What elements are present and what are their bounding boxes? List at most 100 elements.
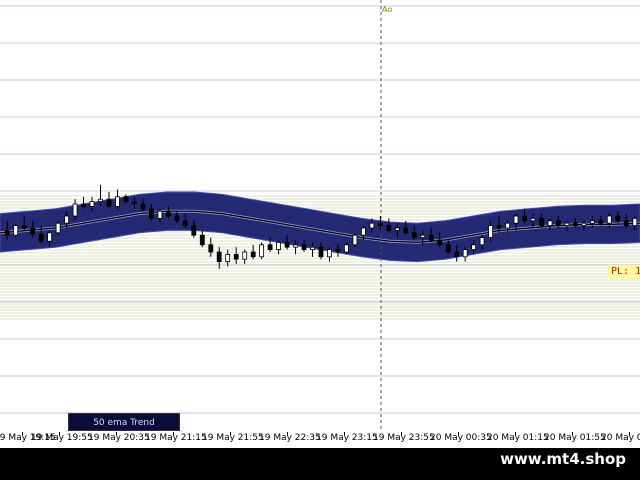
x-tick-label: 19 May 22:35: [259, 433, 321, 443]
candle-body: [606, 215, 612, 224]
x-tick-mark: [22, 432, 23, 435]
candle-body: [343, 244, 349, 253]
candle-body: [64, 215, 69, 224]
x-tick-mark: [629, 432, 630, 435]
candle-body: [530, 217, 536, 222]
x-tick-label: 19 May 19:55: [31, 433, 93, 443]
candle-body: [72, 203, 78, 217]
candle-body: [556, 220, 561, 227]
candle-body: [598, 220, 604, 224]
candle-body: [157, 210, 163, 219]
candle-body: [98, 198, 103, 202]
candle-body: [403, 227, 409, 234]
x-tick-label: 20 May 01:15: [487, 433, 549, 443]
candle-body: [352, 234, 358, 246]
x-tick-mark: [572, 432, 573, 435]
candle-body: [623, 220, 629, 227]
candle-body: [55, 222, 61, 234]
vertical-marker-label: Ao: [382, 5, 393, 14]
candle-body: [199, 234, 205, 246]
candle-body: [165, 210, 171, 217]
candle-body: [488, 225, 494, 239]
candle-body: [437, 239, 443, 246]
watermark-logo: www.mt4.shop: [500, 450, 626, 468]
candle-body: [148, 208, 154, 219]
indicator-label: 50 ema Trend: [68, 413, 180, 431]
candle-body: [276, 241, 282, 250]
candle-body: [47, 232, 52, 242]
candle-body: [327, 249, 332, 258]
candle-body: [564, 222, 570, 226]
x-tick-label: 19 May 21:55: [202, 433, 264, 443]
candle-body: [38, 233, 44, 242]
x-tick-mark: [59, 432, 60, 435]
candle-body: [369, 222, 375, 229]
candle-body: [225, 253, 231, 262]
time-axis: 19 May 19:15 19 May 19:55 19 May 20:35 19 M…: [0, 432, 640, 446]
candle-body: [420, 234, 426, 238]
x-tick-mark: [173, 432, 174, 435]
candle-body: [301, 244, 307, 251]
x-tick-mark: [515, 432, 516, 435]
candle-body: [318, 246, 324, 258]
candle-body: [216, 251, 222, 263]
candle-body: [411, 232, 417, 239]
x-tick-mark: [344, 432, 345, 435]
candle-body: [233, 253, 239, 260]
candle-body: [539, 217, 544, 226]
x-tick-label: 20 May 01:55: [544, 433, 606, 443]
candle-body: [284, 241, 290, 248]
price-chart[interactable]: [0, 0, 640, 432]
candle-body: [632, 217, 638, 226]
candle-body: [505, 222, 511, 229]
candle-body: [462, 249, 468, 258]
candle-body: [573, 222, 578, 226]
candle-body: [445, 244, 451, 253]
candle-body: [615, 215, 621, 222]
candle-body: [310, 246, 315, 250]
position-pl-label: PL: 1: [608, 265, 640, 279]
x-tick-mark: [401, 432, 402, 435]
candle-body: [30, 227, 36, 235]
candle-body: [174, 215, 180, 222]
candle-body: [259, 244, 265, 258]
candle-body: [115, 196, 120, 207]
x-tick-label: 19 May 21:15: [145, 433, 207, 443]
x-tick-label: 20 May 02: [601, 433, 640, 443]
candle-body: [377, 222, 383, 226]
candle-body: [89, 201, 95, 207]
candle-body: [428, 234, 434, 241]
candle-body: [106, 198, 112, 207]
candle-body: [81, 203, 86, 207]
candle-body: [581, 222, 587, 226]
candle-body: [522, 215, 527, 222]
candle-body: [479, 237, 485, 246]
candle-body: [267, 244, 273, 251]
candle-body: [471, 244, 477, 251]
candle-body: [191, 225, 197, 236]
candle-body: [394, 227, 400, 231]
x-tick-label: 19 May 23:55: [373, 433, 435, 443]
candle-body: [293, 244, 299, 248]
candle-body: [4, 229, 10, 236]
x-tick-label: 19 May 20:35: [88, 433, 150, 443]
candle-body: [242, 251, 248, 260]
candle-body: [208, 244, 214, 253]
chart-area[interactable]: Ao PL: 1 50 ema Trend: [0, 0, 640, 432]
candle-body: [360, 227, 366, 236]
candle-body: [454, 251, 460, 258]
candle-body: [496, 225, 502, 229]
candle-body: [123, 196, 129, 203]
candle-body: [13, 225, 19, 236]
candle-body: [386, 225, 392, 231]
x-tick-mark: [230, 432, 231, 435]
candle-body: [140, 203, 146, 210]
x-tick-mark: [458, 432, 459, 435]
candle-body: [131, 201, 137, 205]
x-tick-label: 19 May 23:15: [316, 433, 378, 443]
candle-body: [250, 251, 256, 258]
x-tick-mark: [116, 432, 117, 435]
x-tick-mark: [287, 432, 288, 435]
x-tick-label: 20 May 00:35: [430, 433, 492, 443]
candle-body: [182, 220, 188, 227]
